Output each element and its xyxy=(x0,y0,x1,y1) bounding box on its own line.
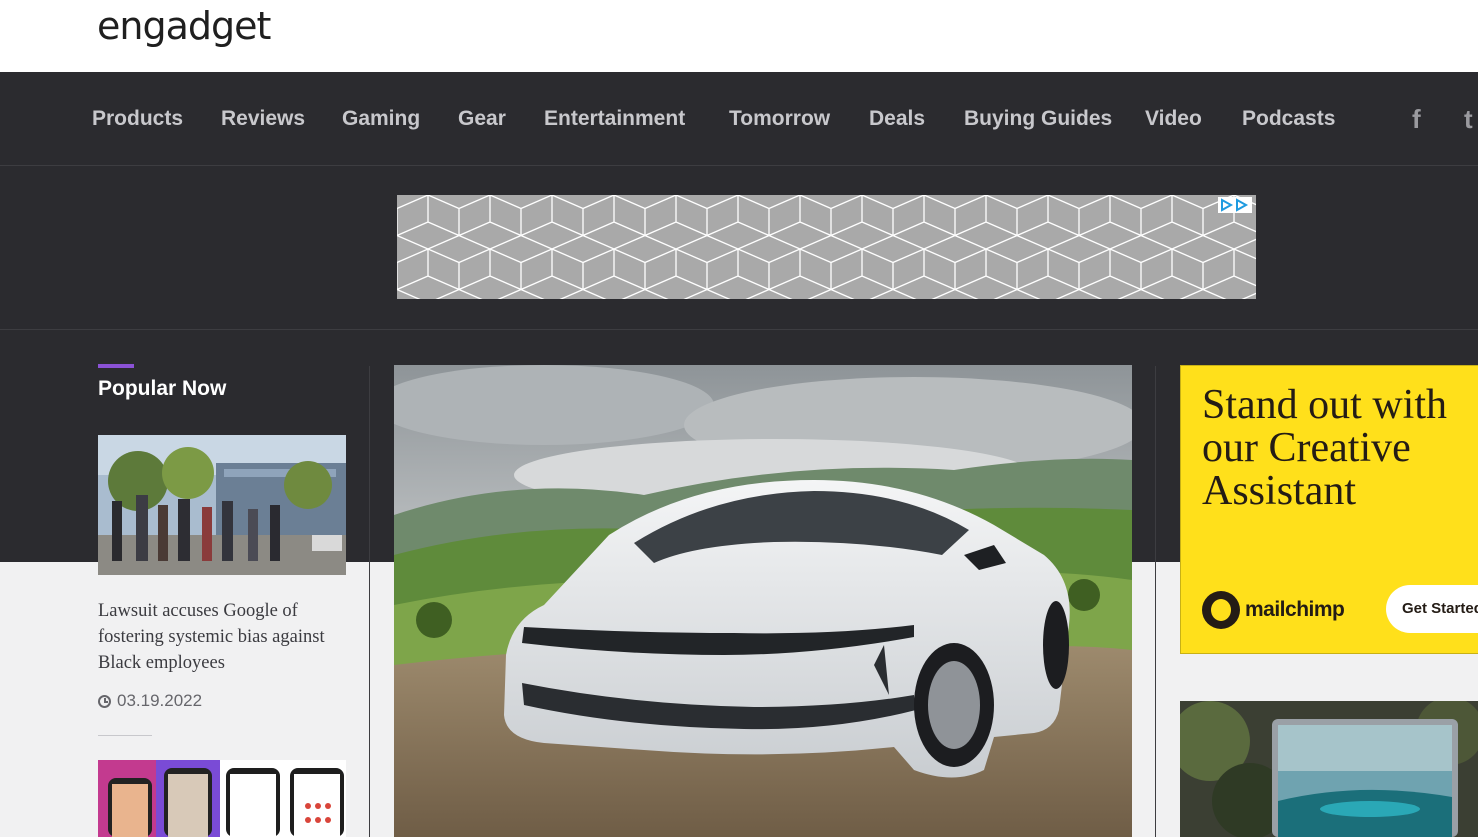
column-divider xyxy=(369,366,370,837)
nav-gaming[interactable]: Gaming xyxy=(342,105,420,133)
nav-deals[interactable]: Deals xyxy=(869,105,925,133)
popular-now-heading: Popular Now xyxy=(98,377,227,400)
nav-products[interactable]: Products xyxy=(92,105,183,133)
ad-headline: Stand out with our Creative Assistant xyxy=(1202,382,1448,514)
section-accent xyxy=(98,364,134,368)
laptop-ad-image[interactable] xyxy=(1180,701,1478,837)
ad-pattern xyxy=(397,195,1256,299)
nav-gear[interactable]: Gear xyxy=(458,105,506,133)
nav-video[interactable]: Video xyxy=(1145,105,1202,133)
divider xyxy=(0,329,1478,330)
article-thumbnail[interactable] xyxy=(98,760,346,837)
divider xyxy=(98,735,152,736)
nav-tomorrow[interactable]: Tomorrow xyxy=(729,105,830,133)
site-header: engadget xyxy=(0,0,1478,72)
clock-icon xyxy=(98,695,111,708)
column-divider xyxy=(1155,366,1156,837)
article-date: 03.19.2022 xyxy=(98,690,202,712)
nav-entertainment[interactable]: Entertainment xyxy=(544,105,685,133)
mailchimp-ad[interactable]: Stand out with our Creative Assistant ma… xyxy=(1180,365,1478,654)
hero-image[interactable] xyxy=(394,365,1132,837)
article-headline[interactable]: Lawsuit accuses Google of fostering syst… xyxy=(98,598,350,676)
nav-podcasts[interactable]: Podcasts xyxy=(1242,105,1335,133)
cta-label: Get Started xyxy=(1402,600,1478,617)
nav-reviews[interactable]: Reviews xyxy=(221,105,305,133)
adchoices-icon[interactable] xyxy=(1218,197,1252,213)
get-started-button[interactable]: Get Started xyxy=(1386,585,1478,633)
nav-buying-guides[interactable]: Buying Guides xyxy=(964,105,1112,133)
banner-ad[interactable] xyxy=(397,195,1256,299)
brand-name: mailchimp xyxy=(1245,598,1345,621)
twitter-icon[interactable]: t xyxy=(1464,104,1473,134)
engadget-logo[interactable]: engadget xyxy=(97,6,271,46)
mailchimp-icon xyxy=(1202,591,1240,629)
facebook-icon[interactable]: f xyxy=(1412,104,1421,134)
article-thumbnail[interactable] xyxy=(98,435,346,575)
article-date-text: 03.19.2022 xyxy=(117,691,203,710)
